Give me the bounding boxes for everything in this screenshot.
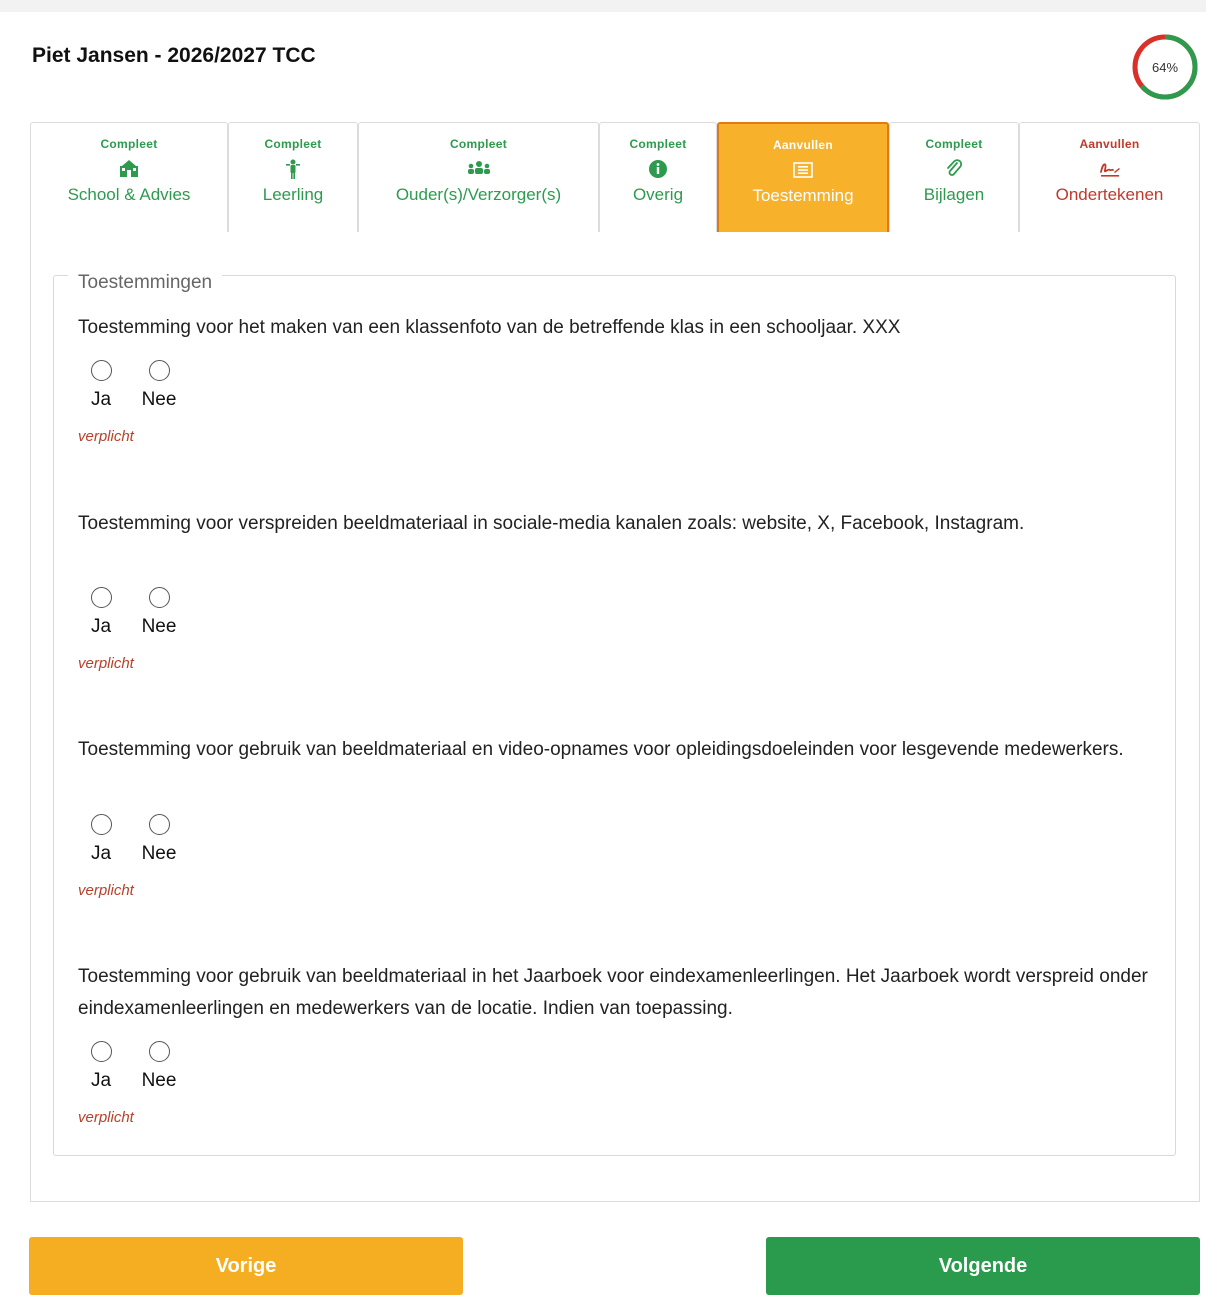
required-note: verplicht	[78, 655, 134, 672]
tab-status: Compleet	[264, 137, 322, 151]
radio-option-ja[interactable]: Ja	[86, 587, 116, 638]
radio-option-ja[interactable]: Ja	[86, 1041, 116, 1092]
radio-button[interactable]	[148, 360, 170, 381]
tab-overig[interactable]: Compleet Overig	[599, 122, 717, 232]
required-note: verplicht	[78, 428, 134, 445]
radio-label: Ja	[90, 616, 112, 637]
radio-button[interactable]	[148, 1041, 170, 1062]
required-note: verplicht	[78, 1109, 134, 1126]
tab-label: Toestemming	[752, 186, 854, 205]
radio-label: Ja	[90, 843, 112, 864]
tab-status: Compleet	[449, 137, 508, 151]
radio-label: Nee	[141, 1070, 177, 1091]
tab-school-advies[interactable]: Compleet School & Advies	[30, 122, 228, 232]
page-title: Piet Jansen - 2026/2027 TCC	[32, 44, 316, 67]
tab-ouders-verzorgers[interactable]: Compleet Ouder(s)/Verzorger(s)	[358, 122, 599, 232]
radio-label: Ja	[90, 389, 112, 410]
radio-button[interactable]	[90, 814, 112, 835]
radio-option-nee[interactable]: Nee	[141, 1041, 177, 1092]
required-note: verplicht	[78, 882, 134, 899]
progress-ring: 64%	[1130, 32, 1200, 102]
radio-option-nee[interactable]: Nee	[141, 360, 177, 411]
signature-icon	[1099, 155, 1121, 183]
progress-label: 64%	[1151, 59, 1179, 75]
tab-label: Ouder(s)/Verzorger(s)	[395, 185, 562, 204]
radio-button[interactable]	[90, 360, 112, 381]
tab-label: School & Advies	[67, 185, 191, 204]
question-text-4: Toestemming voor gebruik van beeldmateri…	[78, 966, 1148, 1019]
next-button[interactable]: Volgende	[766, 1237, 1200, 1295]
fieldset-legend: Toestemmingen	[68, 272, 223, 294]
radio-button[interactable]	[90, 1041, 112, 1062]
tab-label: Ondertekenen	[1055, 185, 1164, 204]
radio-button[interactable]	[148, 814, 170, 835]
tab-ondertekenen[interactable]: Aanvullen Ondertekenen	[1019, 122, 1200, 232]
tab-status: Compleet	[925, 137, 983, 151]
radio-option-ja[interactable]: Ja	[86, 814, 116, 865]
tab-bijlagen[interactable]: Compleet Bijlagen	[889, 122, 1019, 232]
consent-icon	[793, 156, 813, 184]
question-text-2: Toestemming voor verspreiden beeldmateri…	[78, 513, 1025, 534]
radio-label: Nee	[141, 843, 177, 864]
paperclip-icon	[945, 155, 963, 183]
parents-icon	[466, 155, 492, 183]
question-text-3: Toestemming voor gebruik van beeldmateri…	[78, 739, 1124, 760]
tab-label: Overig	[632, 185, 684, 204]
radio-button[interactable]	[148, 587, 170, 608]
school-icon	[119, 155, 139, 183]
radio-label: Nee	[141, 616, 177, 637]
tab-label: Bijlagen	[923, 185, 985, 204]
tab-status: Compleet	[629, 137, 687, 151]
tab-status: Compleet	[100, 137, 158, 151]
radio-label: Ja	[90, 1070, 112, 1091]
info-icon	[648, 155, 668, 183]
step-tabs: Compleet School & Advies Compleet Leerli…	[30, 122, 1200, 232]
radio-label: Nee	[141, 389, 177, 410]
radio-option-nee[interactable]: Nee	[141, 587, 177, 638]
tab-leerling[interactable]: Compleet Leerling	[228, 122, 358, 232]
student-icon	[285, 155, 301, 183]
tab-status: Aanvullen	[772, 138, 834, 152]
radio-option-ja[interactable]: Ja	[86, 360, 116, 411]
tab-status: Aanvullen	[1079, 137, 1140, 151]
tab-label: Leerling	[262, 185, 324, 204]
previous-button[interactable]: Vorige	[29, 1237, 463, 1295]
radio-button[interactable]	[90, 587, 112, 608]
tab-toestemming[interactable]: Aanvullen Toestemming	[717, 122, 889, 232]
question-text-1: Toestemming voor het maken van een klass…	[78, 317, 901, 338]
radio-option-nee[interactable]: Nee	[141, 814, 177, 865]
